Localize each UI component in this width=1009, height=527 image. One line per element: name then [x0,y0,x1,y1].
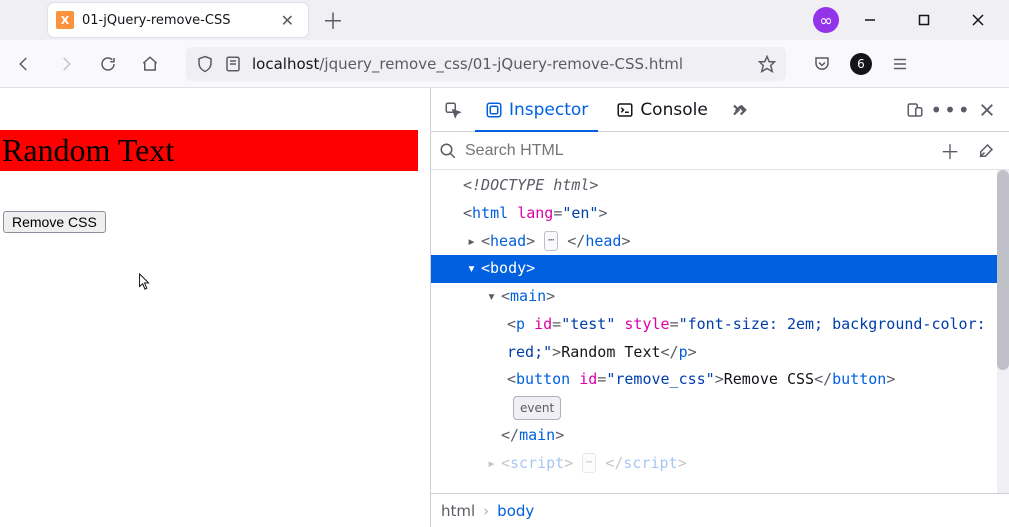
reload-button[interactable] [94,50,122,78]
html-search-input[interactable] [463,141,929,161]
element-picker-button[interactable] [439,96,467,124]
remove-css-button[interactable]: Remove CSS [3,211,106,233]
create-node-button[interactable]: ＋ [935,136,965,165]
notification-count[interactable]: 6 [850,53,872,75]
titlebar: 𝗫 01-jQuery-remove-CSS ✕ ＋ ∞ [0,0,1009,40]
bookmark-star-icon[interactable] [758,55,776,73]
tab-close-button[interactable]: ✕ [277,11,298,30]
console-tab[interactable]: Console [606,88,718,132]
dom-html-open[interactable]: <html lang="en"> [431,200,1009,228]
forward-button[interactable] [52,50,80,78]
console-icon [616,101,634,119]
dom-script-row[interactable]: ▸<script> ⋯ </script> [431,450,1009,478]
dom-p-element[interactable]: <p id="test" style="font-size: 2em; back… [431,311,1009,367]
crumb-body[interactable]: body [497,502,534,520]
home-button[interactable] [136,50,164,78]
console-tab-label: Console [640,100,708,120]
dom-doctype[interactable]: <!DOCTYPE html> [431,172,1009,200]
page-viewport[interactable]: Random Text Remove CSS [0,88,430,527]
crumb-html[interactable]: html [441,502,475,520]
devtools-tabbar: Inspector Console ••• [431,88,1009,132]
devtools-menu-button[interactable]: ••• [937,96,965,124]
scrollbar-thumb[interactable] [997,170,1009,370]
dom-main-open[interactable]: ▾<main> [431,283,1009,311]
event-badge[interactable]: event [513,396,561,420]
tab-title: 01-jQuery-remove-CSS [82,13,269,28]
xampp-favicon: 𝗫 [56,11,74,29]
navigation-toolbar: localhost/jquery_remove_css/01-jQuery-re… [0,40,1009,88]
url-bar[interactable]: localhost/jquery_remove_css/01-jQuery-re… [186,47,786,81]
random-text-paragraph: Random Text [0,130,418,171]
window-maximize-button[interactable] [901,0,947,40]
dom-button-element[interactable]: <button id="remove_css">Remove CSS</butt… [431,366,1009,422]
responsive-design-button[interactable] [901,96,929,124]
window-close-button[interactable] [955,0,1001,40]
pocket-icon[interactable] [808,50,836,78]
dom-tree[interactable]: <!DOCTYPE html> <html lang="en"> ▸<head>… [431,170,1009,493]
extension-icon[interactable]: ∞ [813,7,839,33]
search-icon [439,142,457,160]
tabs-overflow-button[interactable] [726,96,754,124]
workspace: Random Text Remove CSS Inspector Console… [0,88,1009,527]
devtools-close-button[interactable] [973,96,1001,124]
mouse-cursor-icon [138,273,152,291]
browser-tab[interactable]: 𝗫 01-jQuery-remove-CSS ✕ [48,3,308,37]
dom-scrollbar[interactable] [997,170,1009,493]
devtools-panel: Inspector Console ••• ＋ <!DOCTYPE html> … [430,88,1009,527]
inspector-tab-label: Inspector [509,100,588,120]
dom-head[interactable]: ▸<head> ⋯ </head> [431,228,1009,256]
shield-icon[interactable] [196,55,214,73]
new-tab-button[interactable]: ＋ [316,4,350,36]
inspector-icon [485,101,503,119]
dom-main-close[interactable]: </main> [431,422,1009,450]
breadcrumb-bar: html › body [431,493,1009,527]
page-info-icon[interactable] [224,55,242,73]
url-host: localhost/jquery_remove_css/01-jQuery-re… [252,55,683,73]
eyedropper-button[interactable] [971,142,1001,160]
dom-body-open[interactable]: ▾<body> [431,255,1009,283]
devtools-search-bar: ＋ [431,132,1009,170]
back-button[interactable] [10,50,38,78]
window-minimize-button[interactable] [847,0,893,40]
inspector-tab[interactable]: Inspector [475,88,598,132]
crumb-separator-icon: › [483,502,489,520]
app-menu-button[interactable] [886,50,914,78]
